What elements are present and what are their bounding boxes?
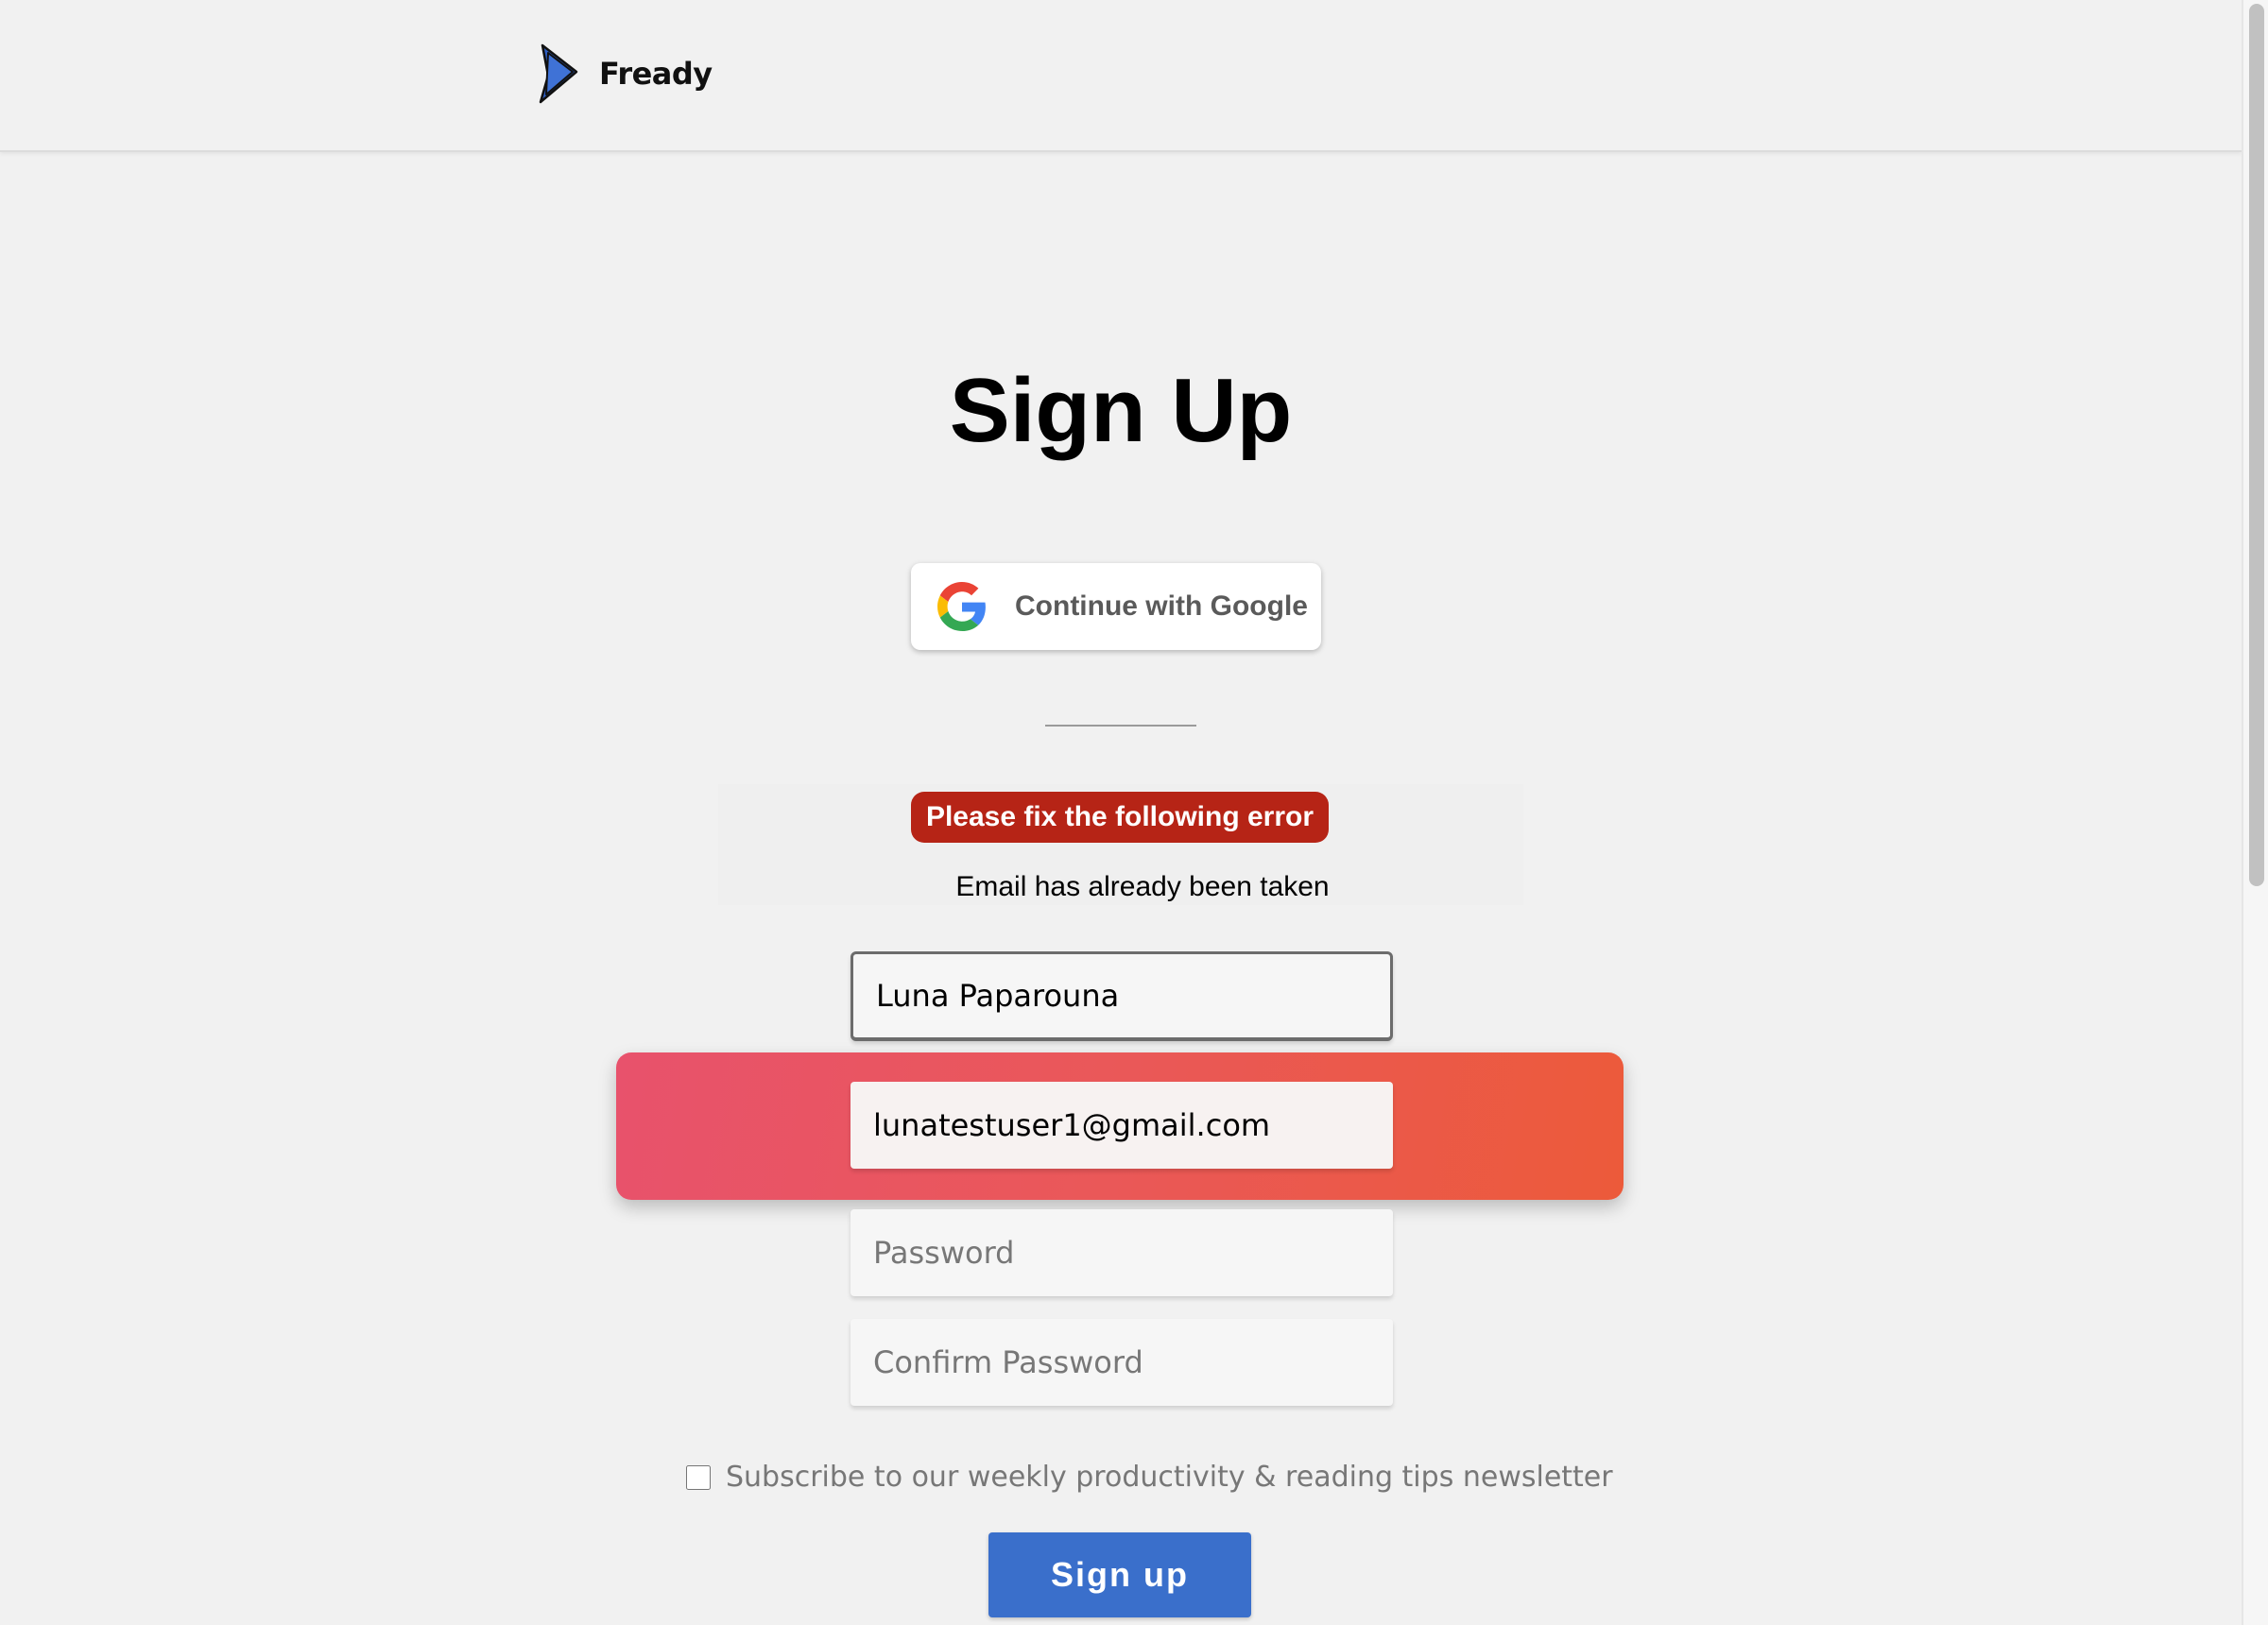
google-signin-button[interactable]: Continue with Google [911,563,1321,650]
google-button-label: Continue with Google [1015,590,1308,622]
email-field[interactable] [850,1082,1393,1169]
logo-text: Fready [599,56,713,92]
newsletter-option[interactable]: Subscribe to our weekly productivity & r… [686,1461,1613,1494]
newsletter-checkbox[interactable] [686,1464,711,1490]
fready-logo-link[interactable]: Fready [535,43,713,104]
sign-up-button[interactable]: Sign up [988,1532,1251,1617]
newsletter-label: Subscribe to our weekly productivity & r… [726,1461,1613,1494]
divider [1045,725,1196,727]
play-triangle-icon [539,43,578,104]
confirm-password-field[interactable] [850,1319,1393,1406]
error-badge: Please fix the following error [911,792,1329,843]
password-field[interactable] [850,1209,1393,1296]
error-message: Email has already been taken [955,871,1330,902]
top-navbar: Fready [0,0,2242,152]
google-g-icon [937,582,986,631]
page-scrollbar[interactable] [2242,0,2268,1625]
scrollbar-thumb[interactable] [2249,4,2264,886]
page-title: Sign Up [949,360,1293,461]
name-field[interactable] [850,951,1393,1041]
